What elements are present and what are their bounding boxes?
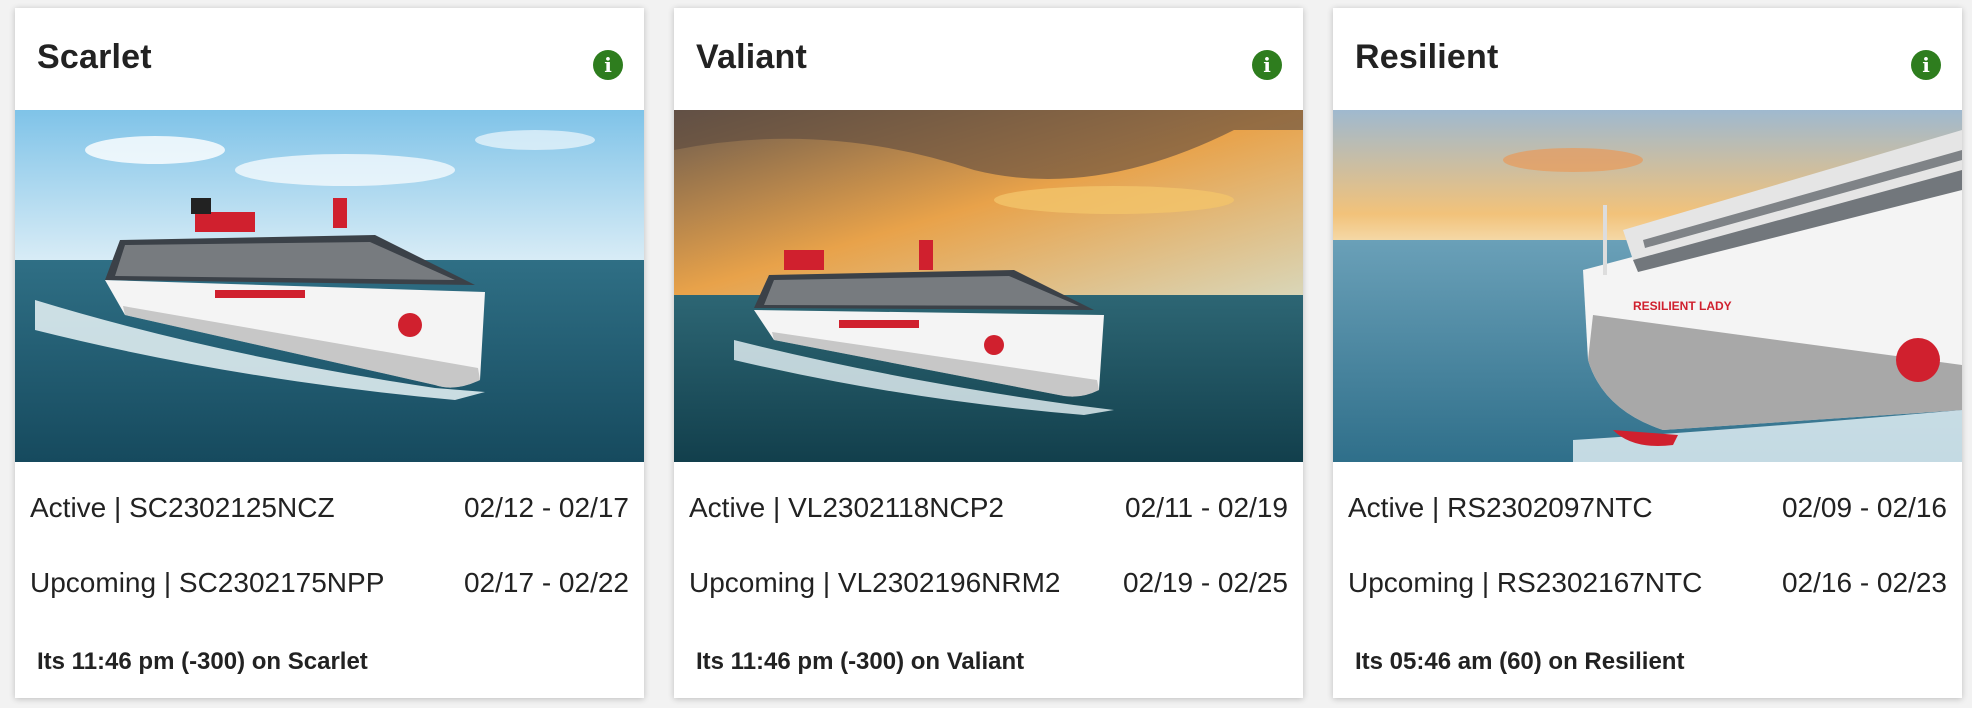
- voyage-status: Upcoming: [689, 567, 816, 598]
- card-header: Resilient i: [1333, 8, 1962, 110]
- voyage-status: Active: [30, 492, 107, 523]
- ship-local-time: Its 11:46 pm (-300) on Scarlet: [37, 648, 368, 675]
- voyage-code: RS2302097NTC: [1447, 492, 1653, 523]
- voyage-code: SC2302175NPP: [178, 567, 385, 598]
- voyage-dates: 02/19 - 02/25: [1122, 567, 1288, 598]
- ship-card-scarlet: Scarlet i Active | SC2302125NCZ 02/12 - …: [15, 8, 644, 698]
- voyage-upcoming[interactable]: Upcoming | SC2302175NPP: [30, 567, 384, 599]
- info-icon[interactable]: i: [593, 50, 623, 80]
- voyage-dates: 02/17 - 02/22: [463, 567, 629, 598]
- ship-photo: [674, 110, 1303, 462]
- info-icon[interactable]: i: [1252, 50, 1282, 80]
- card-header: Valiant i: [674, 8, 1303, 110]
- voyage-dates: 02/11 - 02/19: [1125, 492, 1288, 523]
- voyage-status: Upcoming: [1348, 567, 1475, 598]
- ship-name: Resilient: [1355, 38, 1499, 76]
- card-header: Scarlet i: [15, 8, 644, 110]
- voyage-row-active: Active | VL2302118NCP2 02/11 - 02/19: [689, 488, 1288, 528]
- voyage-status: Upcoming: [30, 567, 157, 598]
- voyage-dates: 02/16 - 02/23: [1781, 567, 1947, 598]
- voyage-code: VL2302196NRM2: [837, 567, 1061, 598]
- ship-photo: [15, 110, 644, 462]
- ship-photo: RESILIENT LADY: [1333, 110, 1962, 462]
- voyage-code: RS2302167NTC: [1496, 567, 1703, 598]
- voyage-row-upcoming: Upcoming | VL2302196NRM2 02/19 - 02/25: [689, 563, 1288, 603]
- voyage-dates: 02/12 - 02/17: [463, 492, 629, 523]
- hull-name-text: RESILIENT LADY: [1633, 299, 1732, 313]
- voyage-row-active: Active | RS2302097NTC 02/09 - 02/16: [1348, 488, 1947, 528]
- voyage-row-upcoming: Upcoming | SC2302175NPP 02/17 - 02/22: [30, 563, 629, 603]
- voyage-status: Active: [689, 492, 766, 523]
- voyage-active[interactable]: Active | RS2302097NTC: [1348, 492, 1653, 524]
- ship-local-time: Its 11:46 pm (-300) on Valiant: [696, 648, 1025, 675]
- voyage-upcoming[interactable]: Upcoming | VL2302196NRM2: [689, 567, 1061, 599]
- ship-card-valiant: Valiant i Active | VL2302118NCP2 02/11 -…: [674, 8, 1303, 698]
- voyage-row-active: Active | SC2302125NCZ 02/12 - 02/17: [30, 488, 629, 528]
- ship-name: Valiant: [696, 38, 808, 76]
- voyage-status: Active: [1348, 492, 1425, 523]
- ship-name: Scarlet: [37, 38, 152, 76]
- ship-card-resilient: Resilient i RESILIENT LADY Active | RS23…: [1333, 8, 1962, 698]
- voyage-code: VL2302118NCP2: [788, 492, 1004, 523]
- voyage-active[interactable]: Active | SC2302125NCZ: [30, 492, 335, 524]
- ship-local-time: Its 05:46 am (60) on Resilient: [1355, 648, 1685, 675]
- voyage-active[interactable]: Active | VL2302118NCP2: [689, 492, 1004, 524]
- ship-cards-container: Scarlet i Active | SC2302125NCZ 02/12 - …: [0, 0, 1972, 708]
- voyage-code: SC2302125NCZ: [129, 492, 335, 523]
- voyage-dates: 02/09 - 02/16: [1781, 492, 1947, 523]
- info-icon[interactable]: i: [1911, 50, 1941, 80]
- voyage-upcoming[interactable]: Upcoming | RS2302167NTC: [1348, 567, 1702, 599]
- voyage-row-upcoming: Upcoming | RS2302167NTC 02/16 - 02/23: [1348, 563, 1947, 603]
